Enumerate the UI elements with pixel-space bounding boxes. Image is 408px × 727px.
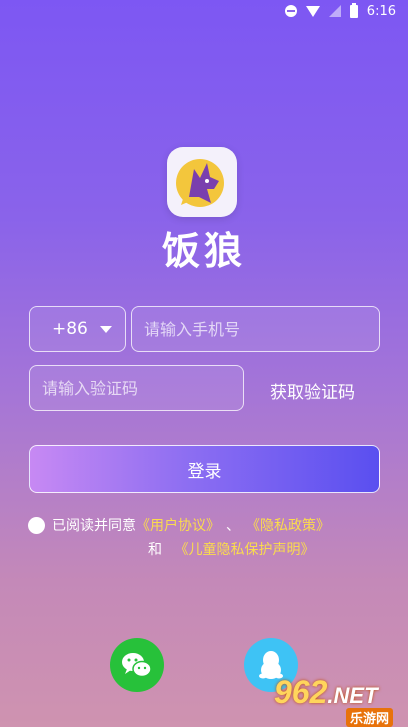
signal-icon [328,5,341,17]
wechat-login-button[interactable] [110,638,164,692]
agreement-row-2: 和 《儿童隐私保护声明》 [148,539,314,559]
site-watermark-logo: 962.NET 乐游网 [274,674,404,727]
verification-code-input[interactable] [30,366,243,410]
get-code-button[interactable]: 获取验证码 [270,378,355,403]
agree-prefix: 已阅读并同意 [52,518,136,534]
agree-and: 和 [148,542,162,558]
login-button[interactable]: 登录 [29,445,380,493]
agree-radio[interactable] [28,516,45,534]
app-name: 饭狼 [161,228,246,273]
phone-field-wrap [131,306,380,352]
child-privacy-link[interactable]: 《儿童隐私保护声明》 [174,542,314,558]
user-agreement-link[interactable]: 《用户协议》 [136,515,220,535]
country-code-value: +86 [52,319,88,339]
phone-input[interactable] [132,307,379,351]
watermark-suffix: .NET [327,683,378,708]
battery-icon [349,2,358,18]
caret-down-icon [100,326,112,333]
status-bar: 6:16 [0,0,408,22]
wolf-logo-icon [176,159,224,207]
agreement-row: 已阅读并同意 《用户协议》 、 《隐私政策》 [28,515,330,535]
watermark-number: 962 [274,674,328,710]
wifi-icon [305,5,320,17]
agree-separator: 、 [226,518,240,534]
app-logo [167,147,237,217]
watermark-cn: 乐游网 [346,708,394,727]
status-time: 6:16 [366,3,396,19]
privacy-policy-link[interactable]: 《隐私政策》 [246,515,330,535]
wechat-icon [122,653,152,678]
do-not-disturb-icon [284,5,297,17]
country-code-select[interactable]: +86 [29,306,126,352]
code-field-wrap [29,365,244,411]
